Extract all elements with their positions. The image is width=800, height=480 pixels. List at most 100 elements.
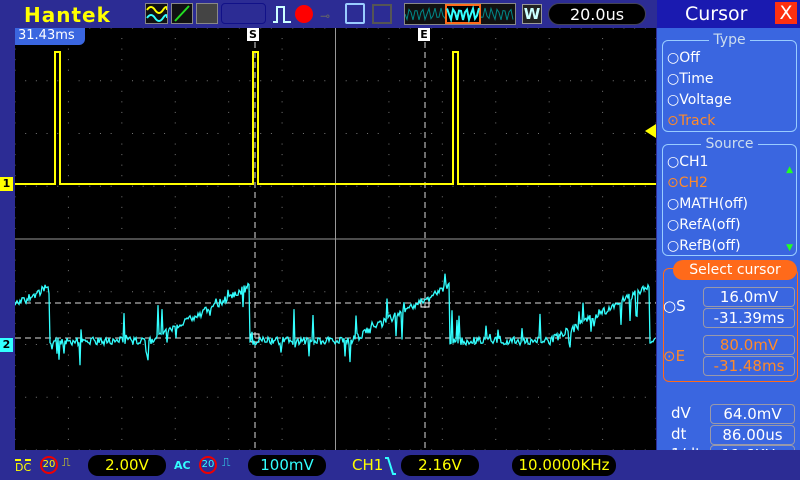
grid-dot: [281, 90, 283, 92]
grid-dot: [67, 386, 69, 388]
grid-dot: [452, 344, 454, 345]
type-track[interactable]: ⊙Track: [663, 111, 796, 132]
cursor-e-radio[interactable]: ⊙E: [663, 347, 685, 365]
grid-dot: [548, 206, 550, 208]
trigger-level-marker[interactable]: [645, 124, 656, 138]
cursor-s-marker[interactable]: S: [247, 28, 259, 41]
grid-dot: [67, 122, 69, 124]
grid-dot: [67, 59, 69, 61]
close-button[interactable]: X: [775, 2, 797, 24]
grid-dot: [399, 133, 401, 134]
source-refb[interactable]: ○RefB(off): [663, 236, 796, 257]
trigger-level[interactable]: 2.16V: [401, 455, 479, 476]
grid-dot: [238, 344, 240, 345]
scroll-down-icon[interactable]: ▼: [786, 243, 793, 253]
grid-dot: [345, 291, 347, 293]
timebase-display[interactable]: 20.0us: [548, 3, 646, 25]
cursor-e-marker[interactable]: E: [418, 28, 430, 41]
grid-dot: [505, 133, 507, 134]
type-voltage[interactable]: ○Voltage: [663, 90, 796, 111]
grid-dot: [217, 133, 219, 134]
key-icon[interactable]: ⊸: [320, 9, 330, 23]
persist-icon[interactable]: [196, 3, 218, 24]
grid-dot: [388, 111, 390, 113]
grid-dot: [495, 407, 497, 409]
grid-dot: [206, 291, 208, 293]
cursor-s-radio[interactable]: ○S: [663, 297, 686, 315]
grid-dot: [356, 344, 358, 345]
save-icon[interactable]: [345, 3, 365, 24]
grid-dot: [228, 206, 230, 208]
ch2-coupling[interactable]: AC: [174, 459, 191, 472]
grid-dot: [302, 27, 304, 29]
grid-dot: [110, 80, 112, 82]
grid-dot: [14, 365, 16, 367]
grid-dot: [655, 101, 657, 103]
grid-dot: [35, 133, 37, 134]
ch1-bw-limit[interactable]: 20: [40, 456, 58, 474]
window-button[interactable]: W: [522, 4, 542, 24]
grid-dot: [602, 249, 604, 251]
grid-dot: [516, 133, 518, 134]
grid-dot: [527, 291, 529, 293]
ch1-marker[interactable]: 1: [0, 177, 13, 191]
grid-dot: [324, 185, 326, 187]
ch2-probe-icon: ⎍: [222, 455, 231, 469]
grid-dot: [548, 217, 550, 219]
source-refa[interactable]: ○RefA(off): [663, 215, 796, 236]
grid-dot: [548, 101, 550, 103]
dual-wave-icon[interactable]: [145, 3, 168, 24]
grid-dot: [527, 27, 529, 29]
grid-dot: [121, 38, 123, 40]
source-ch2[interactable]: ⊙CH2: [663, 173, 796, 194]
grid-dot: [495, 365, 497, 367]
grid-dot: [431, 80, 433, 82]
grid-dot: [238, 80, 240, 82]
grid-dot: [388, 322, 390, 324]
grid-dot: [612, 133, 614, 134]
grid-dot: [67, 312, 69, 314]
grid-dot: [67, 111, 69, 113]
record-icon[interactable]: [295, 5, 313, 23]
grid-dot: [602, 428, 604, 430]
source-math[interactable]: ○MATH(off): [663, 194, 796, 215]
memory-overview[interactable]: [404, 3, 516, 25]
type-time[interactable]: ○Time: [663, 69, 796, 90]
grid-dot: [441, 196, 443, 198]
grid-dot: [602, 206, 604, 208]
grid-dot: [174, 111, 176, 113]
grid-dot: [602, 354, 604, 356]
pulse-icon[interactable]: [272, 4, 292, 28]
grid-dot: [441, 101, 443, 103]
grid-dot: [196, 185, 198, 187]
waveform-screen[interactable]: 31.43ms S E: [14, 27, 700, 472]
source-ch1[interactable]: ○CH1: [663, 152, 796, 173]
grid-dot: [602, 375, 604, 377]
grid-dot: [655, 407, 657, 409]
grid-dot: [463, 133, 465, 134]
grid-dot: [591, 80, 593, 82]
type-off[interactable]: ○Off: [663, 48, 796, 69]
ch2-marker[interactable]: 2: [0, 338, 13, 352]
grid-dot: [495, 143, 497, 145]
s-time: -31.39ms: [703, 308, 795, 328]
grid-dot: [281, 428, 283, 430]
ch1-coupling[interactable]: DC: [15, 459, 32, 474]
grid-dot: [121, 196, 123, 198]
ch1-scale[interactable]: 2.00V: [88, 455, 166, 476]
xy-mode-icon[interactable]: [171, 3, 193, 24]
ch2-bw-limit[interactable]: 20: [199, 456, 217, 474]
grid-dot: [452, 396, 454, 398]
grid-dot: [89, 396, 91, 398]
print-icon[interactable]: [372, 4, 392, 24]
grid-dot: [174, 249, 176, 251]
ch2-scale[interactable]: 100mV: [248, 455, 326, 476]
grid-dot: [644, 291, 646, 293]
grid-dot: [185, 185, 187, 187]
grid-dot: [495, 259, 497, 261]
trigger-source[interactable]: CH1: [352, 456, 383, 474]
grid-dot: [121, 322, 123, 324]
grid-dot: [164, 27, 166, 29]
grid-dot: [281, 217, 283, 219]
scroll-up-icon[interactable]: ▲: [786, 165, 793, 175]
